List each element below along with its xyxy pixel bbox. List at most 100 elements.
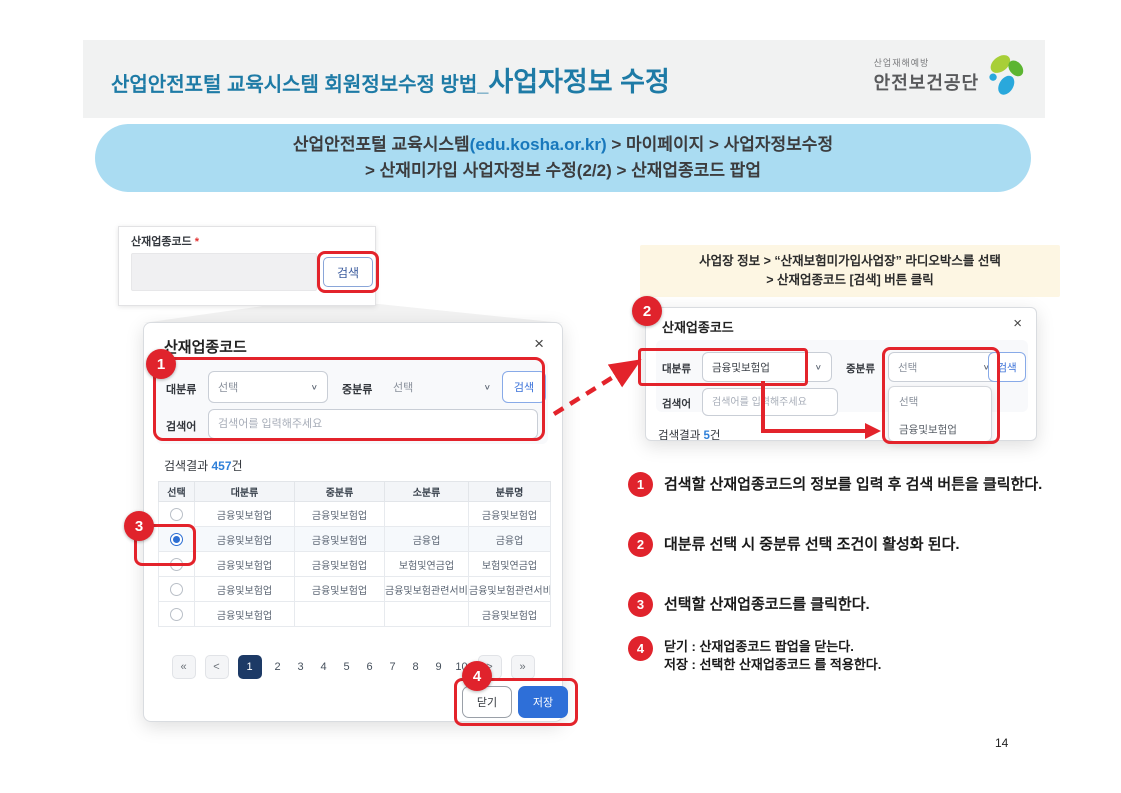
col-middle: 중분류 [295,482,385,502]
required-mark: * [195,236,199,248]
step-1-badge: 1 [628,472,653,497]
major-category-select[interactable]: 선택∨ [208,371,328,403]
table-row: 금융및보험업 금융및보험업 [159,602,551,627]
pagination-page-9[interactable]: 9 [432,661,446,673]
kosha-logo: 산업재해예방 안전보건공단 [874,50,1029,100]
step-2: 2 대분류 선택 시 중분류 선택 조건이 활성화 된다. [628,532,1076,557]
note-line2: > 산재업종코드 [검색] 버튼 클릭 [766,271,934,290]
middle-category-label: 중분류 [342,381,372,397]
keyword-input[interactable] [208,409,538,439]
step-4-text: 닫기 : 산재업종코드 팝업을 닫는다. 저장 : 선택한 산재업종코드 를 적… [664,636,1074,674]
chevron-down-icon: ∨ [311,383,318,391]
page-title-prefix: 산업안전포털 교육시스템 회원정보수정 방법_ [111,74,488,96]
logo-tagline: 산업재해예방 [874,56,979,69]
pagination-page-5[interactable]: 5 [340,661,354,673]
industry-code-table: 선택 대분류 중분류 소분류 분류명 금융및보험업 금융및보험업 금융및보험업 … [158,481,551,627]
page-number: 14 [995,736,1008,750]
logo-name: 안전보건공단 [874,69,979,95]
middle-category-label: 중분류 [846,361,875,376]
header-bar: 산업안전포털 교육시스템 회원정보수정 방법_사업자정보 수정 산업재해예방 안… [83,40,1045,118]
breadcrumb-line2: > 산재미가입 사업자정보 수정(2/2) > 산재업종코드 팝업 [365,158,761,184]
keyword-label: 검색어 [166,418,196,434]
badge-3: 3 [124,511,154,541]
note-line1: 사업장 정보 > “산재보험미가입사업장” 라디오박스를 선택 [699,252,1001,271]
radio-button[interactable] [170,583,183,596]
industry-code-field-card: 산재업종코드 * 검색 [118,226,376,306]
industry-code-modal-step2: 산재업종코드 × 대분류 금융및보험업∨ 중분류 선택∨ 검색 검색어 선택 금… [645,307,1037,441]
table-header-row: 선택 대분류 중분류 소분류 분류명 [159,482,551,502]
badge-2: 2 [632,296,662,326]
dropdown-option[interactable]: 금융및보험업 [889,415,991,443]
breadcrumb-system: 산업안전포털 교육시스템 [293,135,470,154]
col-minor: 소분류 [385,482,469,502]
radio-button[interactable] [170,558,183,571]
dropdown-option[interactable]: 선택 [889,387,991,415]
pagination-page-3[interactable]: 3 [294,661,308,673]
step-3: 3 선택할 산재업종코드를 클릭한다. [628,592,1076,617]
close-button[interactable]: 닫기 [462,686,512,718]
step-1-text: 검색할 산재업종코드의 정보를 입력 후 검색 버튼을 클릭한다. [664,472,1064,497]
middle-category-select[interactable]: 선택∨ [384,371,500,403]
modal-title: 산재업종코드 [662,317,734,336]
step-3-badge: 3 [628,592,653,617]
pagination-first[interactable]: « [172,655,196,679]
pagination-prev[interactable]: < [205,655,229,679]
breadcrumb-url: (edu.kosha.or.kr) [470,135,607,154]
result-count: 457 [212,459,232,473]
result-summary: 검색결과 5건 [658,427,721,440]
table-row: 금융및보험업 금융및보험업 금융및보험관련서비스업 금융및보험관련서비스업 [159,577,551,602]
pagination: « < 1 2 3 4 5 6 7 8 9 10 > » [144,655,562,679]
step-1: 1 검색할 산재업종코드의 정보를 입력 후 검색 버튼을 클릭한다. [628,472,1076,497]
chevron-down-icon: ∨ [815,363,822,371]
slide: 산업안전포털 교육시스템 회원정보수정 방법_사업자정보 수정 산업재해예방 안… [0,0,1121,793]
breadcrumb: 산업안전포털 교육시스템(edu.kosha.or.kr) > 마이페이지 > … [95,124,1031,192]
step-3-text: 선택할 산재업종코드를 클릭한다. [664,592,1064,617]
breadcrumb-line1: 산업안전포털 교육시스템(edu.kosha.or.kr) > 마이페이지 > … [293,132,833,158]
table-row-selected: 금융및보험업 금융및보험업 금융업 금융업 [159,527,551,552]
major-category-label: 대분류 [166,381,196,397]
page-title-emphasis: 사업자정보 수정 [488,67,669,97]
keyword-input[interactable] [702,388,838,416]
note-box: 사업장 정보 > “산재보험미가입사업장” 라디오박스를 선택 > 산재업종코드… [640,245,1060,297]
save-button[interactable]: 저장 [518,686,568,718]
modal-search-button[interactable]: 검색 [988,352,1026,382]
pagination-page-1[interactable]: 1 [238,655,262,679]
radio-button[interactable] [170,608,183,621]
middle-category-select[interactable]: 선택∨ [888,352,1000,382]
table-row: 금융및보험업 금융및보험업 금융및보험업 [159,502,551,527]
close-icon[interactable]: × [534,335,544,352]
pagination-page-7[interactable]: 7 [386,661,400,673]
col-major: 대분류 [195,482,295,502]
modal-search-button[interactable]: 검색 [502,371,546,403]
radio-button[interactable] [170,508,183,521]
kosha-logo-icon [985,50,1029,100]
dashed-arrow [548,346,652,426]
breadcrumb-path1: > 마이페이지 > 사업자정보수정 [607,135,833,154]
middle-category-dropdown: 선택 금융및보험업 [888,386,992,442]
result-summary: 검색결과 457건 [164,457,243,474]
radio-button-selected[interactable] [170,533,183,546]
step-4: 4 닫기 : 산재업종코드 팝업을 닫는다. 저장 : 선택한 산재업종코드 를… [628,636,1076,674]
badge-4: 4 [462,661,492,691]
modal-title: 산재업종코드 [164,336,247,357]
field-search-button[interactable]: 검색 [323,257,373,287]
page-title: 산업안전포털 교육시스템 회원정보수정 방법_사업자정보 수정 [111,60,670,99]
industry-code-modal: 산재업종코드 × 대분류 선택∨ 중분류 선택∨ 검색 검색어 1 검색결과 4… [143,322,563,722]
col-name: 분류명 [469,482,551,502]
table-row: 금융및보험업 금융및보험업 보험및연금업 보험및연금업 [159,552,551,577]
pagination-page-6[interactable]: 6 [363,661,377,673]
close-icon[interactable]: × [1013,316,1022,331]
pagination-page-4[interactable]: 4 [317,661,331,673]
major-category-select[interactable]: 금융및보험업∨ [702,352,832,382]
industry-code-label: 산재업종코드 * [131,233,199,249]
step-2-badge: 2 [628,532,653,557]
major-category-label: 대분류 [662,361,691,376]
step-4-badge: 4 [628,636,653,661]
industry-code-input[interactable] [131,253,317,291]
pagination-last[interactable]: » [511,655,535,679]
pagination-page-2[interactable]: 2 [271,661,285,673]
pagination-page-8[interactable]: 8 [409,661,423,673]
col-select: 선택 [159,482,195,502]
badge-1: 1 [146,349,176,379]
step-2-text: 대분류 선택 시 중분류 선택 조건이 활성화 된다. [664,532,1064,557]
